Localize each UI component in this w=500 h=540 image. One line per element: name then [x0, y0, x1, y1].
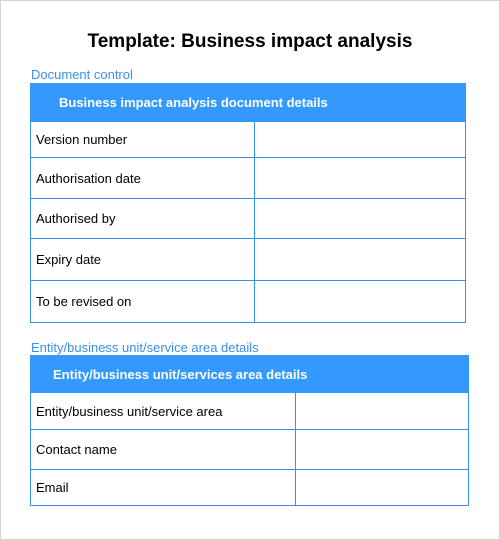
row-label: Version number — [30, 121, 255, 158]
entity-details-table: Entity/business unit/services area detai… — [30, 355, 469, 506]
table-header: Entity/business unit/services area detai… — [30, 355, 469, 393]
authorisation-date-field[interactable] — [254, 157, 466, 199]
email-field[interactable] — [295, 469, 469, 506]
revised-on-field[interactable] — [254, 280, 466, 323]
table-row: Email — [30, 469, 469, 506]
table-row: Authorisation date — [30, 157, 466, 199]
row-label: Entity/business unit/service area — [30, 392, 296, 430]
table-header: Business impact analysis document detail… — [30, 83, 466, 122]
table-row: Version number — [30, 121, 466, 158]
section-label-entity-details: Entity/business unit/service area detail… — [31, 340, 259, 355]
row-label: Authorisation date — [30, 157, 255, 199]
table-row: Entity/business unit/service area — [30, 392, 469, 430]
authorised-by-field[interactable] — [254, 198, 466, 239]
contact-name-field[interactable] — [295, 429, 469, 470]
table-row: Contact name — [30, 429, 469, 470]
row-label: Email — [30, 469, 296, 506]
version-number-field[interactable] — [254, 121, 466, 158]
row-label: Expiry date — [30, 238, 255, 281]
expiry-date-field[interactable] — [254, 238, 466, 281]
row-label: To be revised on — [30, 280, 255, 323]
table-row: To be revised on — [30, 280, 466, 323]
table-row: Authorised by — [30, 198, 466, 239]
section-label-document-control: Document control — [31, 67, 133, 82]
table-row: Expiry date — [30, 238, 466, 281]
page-title: Template: Business impact analysis — [87, 31, 413, 52]
row-label: Contact name — [30, 429, 296, 470]
document-details-table: Business impact analysis document detail… — [30, 83, 466, 323]
row-label: Authorised by — [30, 198, 255, 239]
entity-field[interactable] — [295, 392, 469, 430]
